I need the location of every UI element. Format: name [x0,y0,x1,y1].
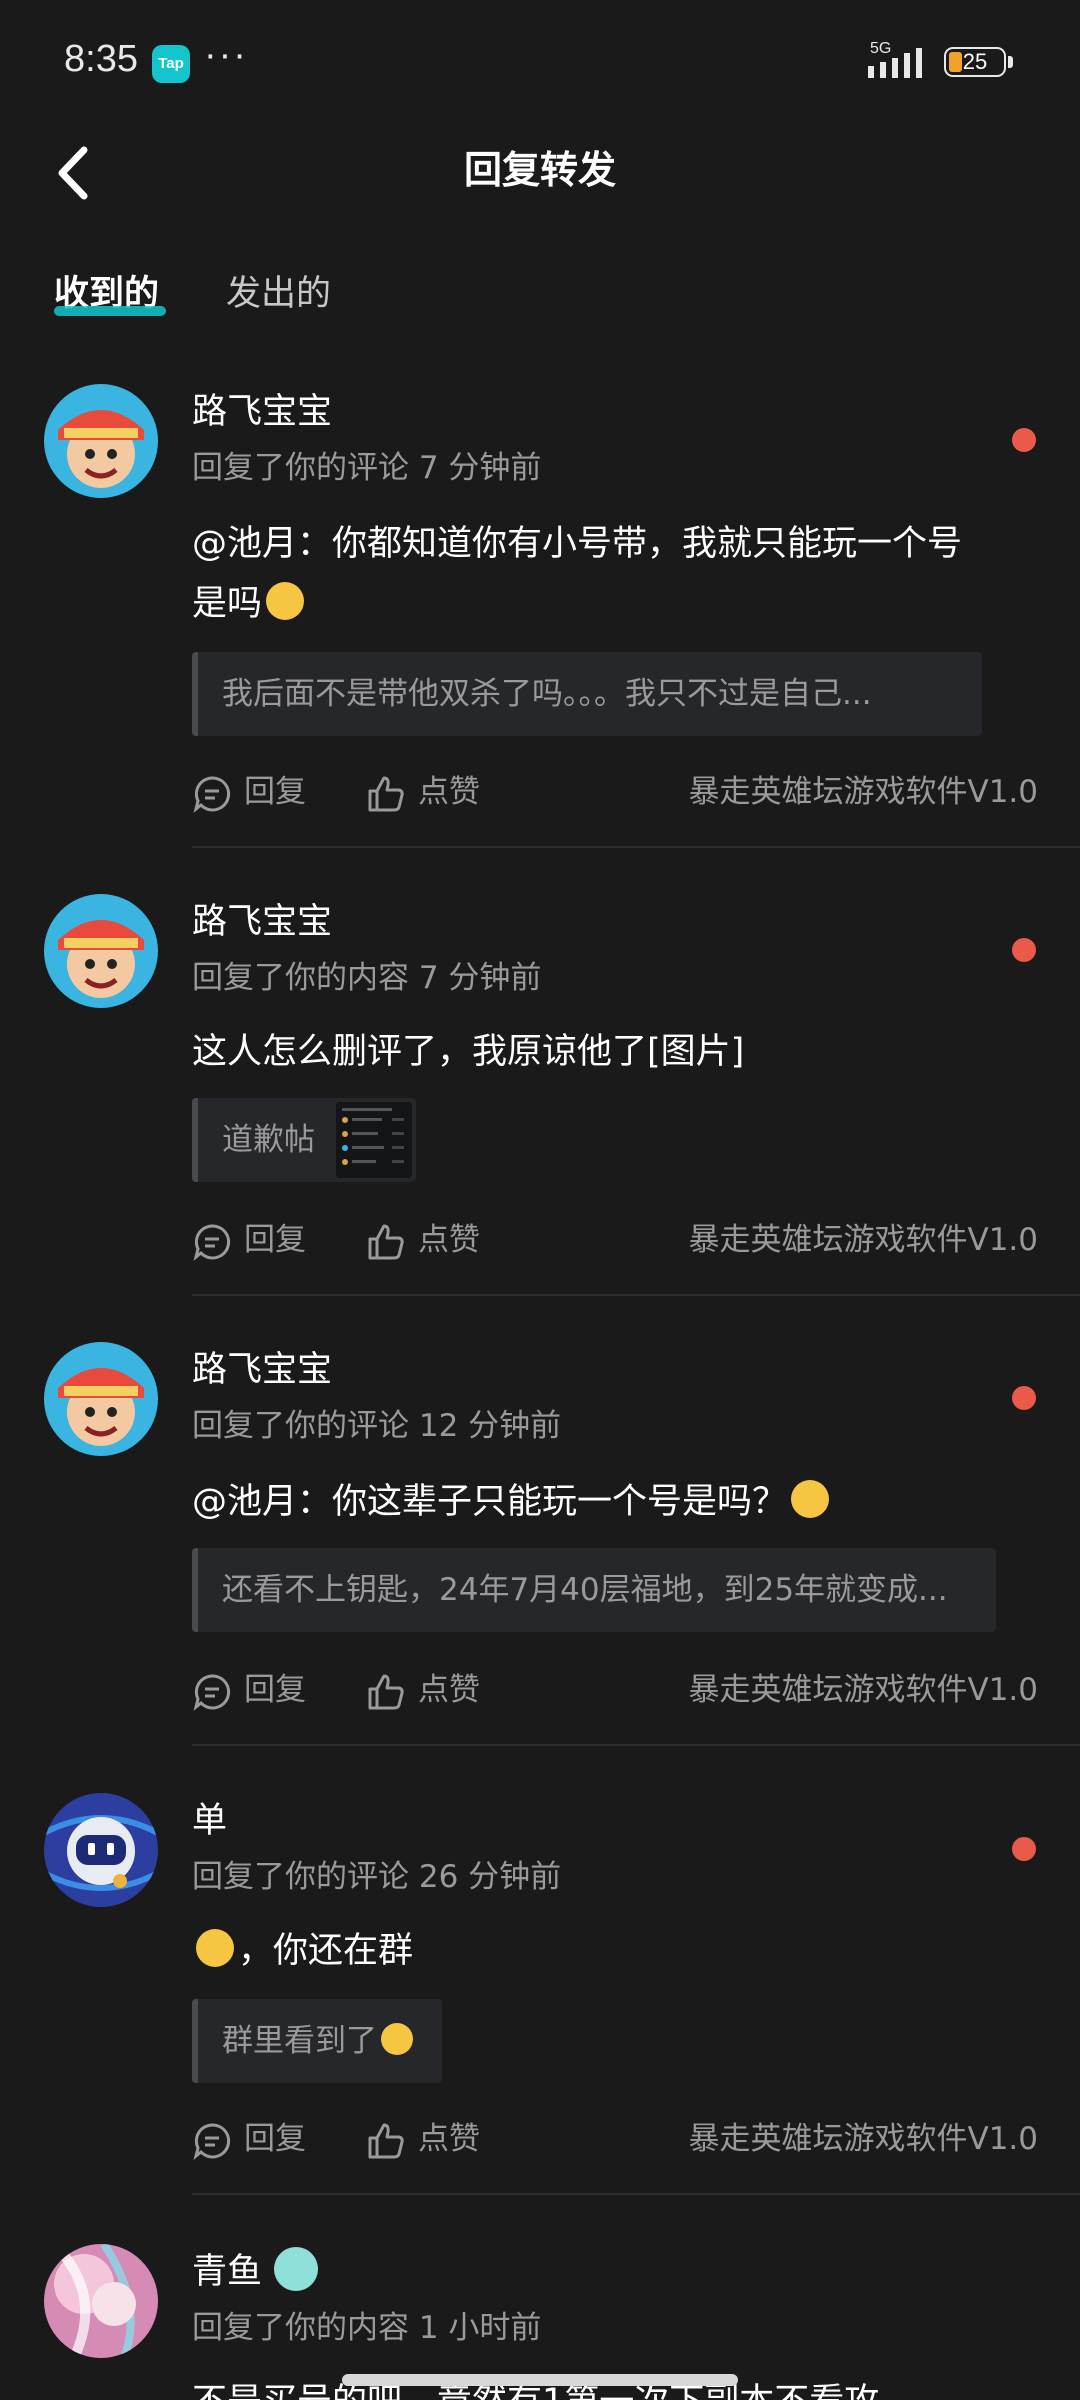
avatar-image [44,1342,158,1456]
reply-label: 回复 [244,774,306,810]
verified-badge-icon [274,2247,319,2291]
reply-content[interactable]: @池月：你这辈子只能玩一个号是吗？ [192,1472,1042,1532]
home-indicator[interactable] [342,2374,738,2386]
quoted-comment-text: 我后面不是带他双杀了吗。。。我只不过是自己... [222,676,872,712]
unread-dot [1012,1837,1036,1861]
quoted-comment-text: 还看不上钥匙，24年7月40层福地，到25年就变成... [222,1572,948,1608]
like-label: 点赞 [418,2121,480,2157]
tab-sent[interactable]: 发出的 [226,268,331,320]
quoted-post-title: 道歉帖 [222,1122,315,1158]
reply-content[interactable]: 这人怎么删评了，我原谅他了[图片] [192,1022,1042,1082]
reply-meta: 回复了你的内容 7 分钟前 [192,960,542,996]
like-label: 点赞 [418,774,480,810]
source-forum-link[interactable]: 暴走英雄坛游戏软件V1.0 [688,764,1038,820]
reply-content-line: 这人怎么删评了，我原谅他了[图片] [192,1032,745,1072]
quoted-comment-text: 群里看到了 [222,1999,417,2083]
action-row: 回复 点赞 暴走英雄坛游戏软件V1.0 [192,1212,1038,1268]
avatar-image [44,1793,158,1907]
shocked-face-emoji-icon [791,1480,830,1518]
reply-label: 回复 [244,2121,306,2157]
notification-item[interactable]: 路飞宝宝 回复了你的评论 7 分钟前 @池月：你都知道你有小号带，我就只能玩一个… [0,384,1080,848]
more-notifications-icon: ··· [204,34,248,76]
comment-icon [193,1674,231,1711]
divider [192,846,1080,848]
source-forum-link[interactable]: 暴走英雄坛游戏软件V1.0 [688,1212,1038,1268]
reply-label: 回复 [244,1222,306,1258]
user-name[interactable]: 单 [192,1797,227,1845]
unread-dot [1012,938,1036,962]
reply-meta: 回复了你的评论 26 分钟前 [192,1859,562,1895]
thumbs-up-icon [368,1674,404,1710]
action-row: 回复 点赞 暴走英雄坛游戏软件V1.0 [192,764,1038,820]
quoted-post[interactable]: 道歉帖 [192,1098,416,1182]
like-label: 点赞 [418,1672,480,1708]
source-forum-link[interactable]: 暴走英雄坛游戏软件V1.0 [688,1662,1038,1718]
reply-content-line: 是吗 [192,574,1042,634]
status-bar: 8:35 Tap ··· 5G 25 [0,0,1080,120]
reply-content-line: @池月：你这辈子只能玩一个号是吗？ [192,1472,1042,1532]
comment-icon [193,776,231,813]
notification-item[interactable]: 单 回复了你的评论 26 分钟前 ，你还在群 群里看到了 回复 点赞 暴走英雄坛… [0,1793,1080,2195]
comment-icon [193,2123,231,2160]
quoted-comment[interactable]: 群里看到了 [192,1999,442,2083]
avatar-image [44,384,158,498]
action-row: 回复 点赞 暴走英雄坛游戏软件V1.0 [192,2111,1038,2167]
notification-item[interactable]: 路飞宝宝 回复了你的评论 12 分钟前 @池月：你这辈子只能玩一个号是吗？ 还看… [0,1342,1080,1746]
comment-icon [193,1224,231,1261]
reply-content-line: ，你还在群 [192,1921,1042,1981]
post-thumbnail-image [336,1102,412,1178]
taptap-app-icon: Tap [152,45,190,83]
user-name[interactable]: 路飞宝宝 [192,1346,332,1394]
reply-content-line: @池月：你都知道你有小号带，我就只能玩一个号 [192,524,963,564]
user-name[interactable]: 青鱼 [192,2247,319,2296]
reply-content[interactable]: ，你还在群 [192,1921,1042,1981]
avatar[interactable] [44,384,158,498]
reply-meta: 回复了你的评论 7 分钟前 [192,450,542,486]
thumbs-up-icon [368,776,404,812]
divider [192,2193,1080,2195]
status-time: 8:35 [64,38,138,80]
unread-dot [1012,1386,1036,1410]
battery-icon: 25 [944,47,1006,77]
reply-label: 回复 [244,1672,306,1708]
user-name[interactable]: 路飞宝宝 [192,898,332,946]
avatar-image [44,2244,158,2358]
reply-meta: 回复了你的内容 1 小时前 [192,2310,542,2346]
avatar[interactable] [44,1793,158,1907]
signal-strength-icon [868,48,922,78]
divider [192,1744,1080,1746]
smirk-emoji-icon [196,1929,234,1967]
quoted-comment[interactable]: 我后面不是带他双杀了吗。。。我只不过是自己... [192,652,982,736]
thumbs-up-icon [368,1224,404,1260]
reply-content[interactable]: @池月：你都知道你有小号带，我就只能玩一个号 是吗 [192,514,1042,634]
avatar[interactable] [44,2244,158,2358]
smirk-emoji-icon [381,2022,413,2055]
like-label: 点赞 [418,1222,480,1258]
page-title: 回复转发 [463,148,616,192]
active-tab-indicator [54,306,166,316]
thumbs-up-icon [368,2123,404,2159]
avatar[interactable] [44,894,158,1008]
user-name[interactable]: 路飞宝宝 [192,388,332,436]
unread-dot [1012,428,1036,452]
avatar-image [44,894,158,1008]
quoted-comment[interactable]: 还看不上钥匙，24年7月40层福地，到25年就变成... [192,1548,996,1632]
battery-tip [1008,56,1013,68]
shocked-face-emoji-icon [266,582,305,620]
battery-percent: 25 [962,49,988,74]
divider [192,1294,1080,1296]
action-row: 回复 点赞 暴走英雄坛游戏软件V1.0 [192,1662,1038,1718]
notification-item[interactable]: 路飞宝宝 回复了你的内容 7 分钟前 这人怎么删评了，我原谅他了[图片] 道歉帖 [0,894,1080,1296]
source-forum-link[interactable]: 暴走英雄坛游戏软件V1.0 [688,2111,1038,2167]
reply-meta: 回复了你的评论 12 分钟前 [192,1408,562,1444]
avatar[interactable] [44,1342,158,1456]
